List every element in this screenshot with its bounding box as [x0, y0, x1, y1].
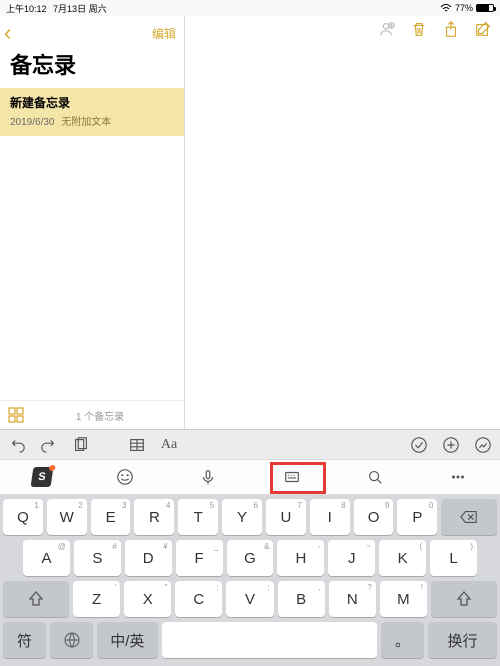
- text-style-button[interactable]: Aa: [160, 436, 178, 454]
- key-r[interactable]: R4: [134, 499, 174, 535]
- key-i[interactable]: I8: [310, 499, 350, 535]
- key-l[interactable]: L): [430, 540, 477, 576]
- wifi-icon: [440, 4, 452, 13]
- key-a[interactable]: A@: [23, 540, 70, 576]
- trash-icon[interactable]: [410, 20, 428, 38]
- key-w[interactable]: W2: [47, 499, 87, 535]
- space-key[interactable]: [162, 622, 377, 658]
- camera-annotation-icon[interactable]: [474, 436, 492, 454]
- back-button[interactable]: ‹: [4, 20, 11, 46]
- checkmark-circle-icon[interactable]: [410, 436, 428, 454]
- note-list-item[interactable]: 新建备忘录 2019/6/30 无附加文本: [0, 88, 184, 136]
- key-j[interactable]: J~: [328, 540, 375, 576]
- emoji-button[interactable]: [97, 463, 153, 491]
- lang-toggle-key[interactable]: 中/英: [97, 622, 157, 658]
- key-m[interactable]: M!: [380, 581, 427, 617]
- key-z[interactable]: Z': [73, 581, 120, 617]
- search-button[interactable]: [347, 463, 403, 491]
- share-icon[interactable]: [442, 20, 460, 38]
- note-title: 新建备忘录: [10, 94, 174, 111]
- format-accessory-bar: Aa: [0, 429, 500, 459]
- note-count: 1 个备忘录: [24, 408, 176, 423]
- globe-key[interactable]: [50, 622, 93, 658]
- key-s[interactable]: S#: [74, 540, 121, 576]
- key-k[interactable]: K(: [379, 540, 426, 576]
- backspace-key[interactable]: [441, 499, 497, 535]
- shift-key-right[interactable]: [431, 581, 497, 617]
- battery-icon: [476, 4, 494, 12]
- undo-icon[interactable]: [8, 436, 26, 454]
- key-o[interactable]: O9: [354, 499, 394, 535]
- redo-icon[interactable]: [40, 436, 58, 454]
- symbols-key[interactable]: 符: [3, 622, 46, 658]
- grid-view-icon[interactable]: [8, 407, 24, 423]
- voice-input-button[interactable]: [180, 463, 236, 491]
- key-g[interactable]: G&: [227, 540, 274, 576]
- key-h[interactable]: H-: [277, 540, 324, 576]
- tutorial-highlight: [270, 462, 326, 494]
- key-y[interactable]: Y6: [222, 499, 262, 535]
- add-person-icon[interactable]: [378, 20, 396, 38]
- edit-button[interactable]: 编辑: [152, 25, 176, 42]
- notes-sidebar: ‹ 编辑 备忘录 新建备忘录 2019/6/30 无附加文本 1 个备忘录: [0, 16, 185, 429]
- key-n[interactable]: N?: [329, 581, 376, 617]
- compose-icon[interactable]: [474, 20, 492, 38]
- battery-pct: 77%: [455, 3, 473, 13]
- key-v[interactable]: V;: [226, 581, 273, 617]
- sogou-logo[interactable]: S: [14, 463, 70, 491]
- keyboard: Q1W2E3R4T5Y6U7I8O9P0 A@S#D¥F_G&H-J~K(L) …: [0, 495, 500, 666]
- key-c[interactable]: C:: [175, 581, 222, 617]
- period-key[interactable]: 。: [381, 622, 424, 658]
- ime-toolbar: S: [0, 459, 500, 495]
- status-time: 上午10:12: [6, 4, 47, 14]
- status-bar: 上午10:12 7月13日 周六 77%: [0, 0, 500, 16]
- sidebar-title: 备忘录: [0, 46, 184, 88]
- table-icon[interactable]: [128, 436, 146, 454]
- key-b[interactable]: B,: [278, 581, 325, 617]
- key-x[interactable]: X": [124, 581, 171, 617]
- key-e[interactable]: E3: [91, 499, 131, 535]
- note-editor[interactable]: [185, 16, 500, 429]
- key-q[interactable]: Q1: [3, 499, 43, 535]
- menu-more-button[interactable]: [430, 463, 486, 491]
- return-key[interactable]: 换行: [428, 622, 497, 658]
- key-t[interactable]: T5: [178, 499, 218, 535]
- key-p[interactable]: P0: [397, 499, 437, 535]
- key-d[interactable]: D¥: [125, 540, 172, 576]
- plus-circle-icon[interactable]: [442, 436, 460, 454]
- note-preview: 无附加文本: [61, 117, 111, 128]
- note-date: 2019/6/30: [10, 117, 55, 128]
- key-u[interactable]: U7: [266, 499, 306, 535]
- shift-key[interactable]: [3, 581, 69, 617]
- copy-icon[interactable]: [72, 436, 90, 454]
- key-f[interactable]: F_: [176, 540, 223, 576]
- status-date: 7月13日 周六: [53, 4, 107, 14]
